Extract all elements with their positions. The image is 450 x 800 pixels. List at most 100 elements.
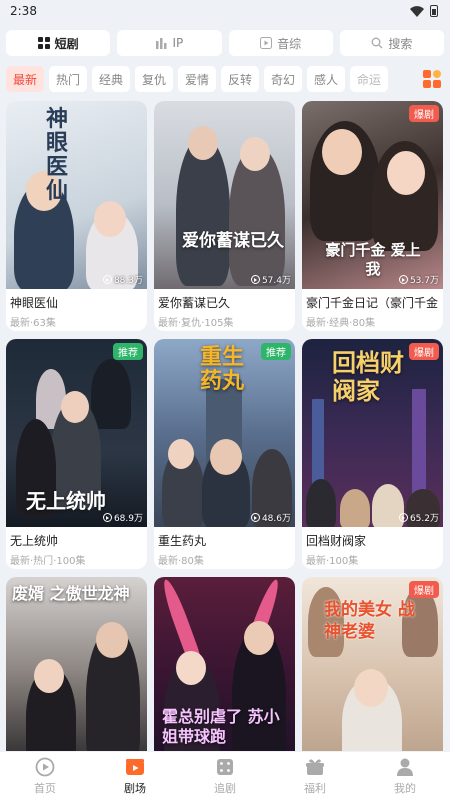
grid-icon: [37, 37, 50, 49]
view-count: 57.4万: [250, 273, 291, 286]
badge-recommend: 推荐: [113, 343, 143, 360]
category-chip-romance[interactable]: 爱情: [178, 66, 216, 92]
drama-title: 回档财阀家: [306, 534, 367, 548]
poster-title: 重生药丸: [200, 344, 245, 394]
nav-home[interactable]: 首页: [0, 752, 90, 800]
drama-meta: 最新·63集: [10, 318, 56, 329]
nav-follow[interactable]: 追剧: [180, 752, 270, 800]
status-time: 2:38: [10, 4, 37, 18]
status-icons: [410, 5, 438, 17]
bottom-nav: 首页 剧场 追剧 福利 我的: [0, 752, 450, 800]
drama-poster: 神眼医仙 88.3万: [6, 101, 147, 289]
drama-title: 神眼医仙: [10, 296, 59, 310]
category-chip-revenge[interactable]: 复仇: [135, 66, 173, 92]
category-chip-classic[interactable]: 经典: [92, 66, 130, 92]
drama-poster: 废婿 之傲世龙神: [6, 577, 147, 751]
view-count: 48.6万: [250, 511, 291, 524]
poster-title: 废婿 之傲世龙神: [12, 584, 130, 603]
drama-title: 豪门千金日记（豪门千金: [306, 296, 439, 310]
nav-theater[interactable]: 剧场: [90, 752, 180, 800]
drama-card[interactable]: 霍总别虐了 苏小姐带球跑: [154, 577, 295, 751]
nav-welfare[interactable]: 福利: [270, 752, 360, 800]
drama-poster: 霍总别虐了 苏小姐带球跑: [154, 577, 295, 751]
badge-hot: 爆剧: [409, 105, 439, 122]
category-chip-hot[interactable]: 热门: [49, 66, 87, 92]
play-icon: [398, 275, 408, 284]
nav-label: 福利: [304, 781, 326, 795]
poster-title: 霍总别虐了 苏小姐带球跑: [162, 707, 280, 746]
play-icon: [250, 275, 260, 284]
nav-label: 剧场: [124, 781, 146, 795]
tab-label: 搜索: [388, 36, 413, 51]
poster-title: 无上统帅: [26, 489, 106, 513]
tab-label: IP: [172, 36, 184, 50]
drama-poster: 爱你蓄谋已久 57.4万: [154, 101, 295, 289]
category-chip-fantasy[interactable]: 奇幻: [264, 66, 302, 92]
top-tab-bar: 短剧 IP 音综 搜索: [6, 30, 444, 56]
poster-title: 神眼医仙: [46, 106, 69, 204]
nav-label: 追剧: [214, 781, 236, 795]
drama-poster: 爆剧 我的美女 战神老婆: [302, 577, 443, 751]
drama-card[interactable]: 爆剧 回档财阀家 65.2万 回档财阀家 最新·100集: [302, 339, 443, 569]
nav-label: 我的: [394, 781, 416, 795]
category-grid-icon[interactable]: [420, 67, 444, 91]
play-icon: [102, 513, 112, 522]
battery-icon: [430, 5, 438, 17]
play-icon: [102, 275, 112, 284]
category-chip-twist[interactable]: 反转: [221, 66, 259, 92]
tab-search[interactable]: 搜索: [339, 30, 444, 56]
drama-poster: 爆剧 回档财阀家 65.2万: [302, 339, 443, 527]
wifi-icon: [410, 5, 424, 17]
user-icon: [397, 758, 413, 776]
drama-title: 无上统帅: [10, 534, 59, 548]
drama-title: 爱你蓄谋已久: [158, 296, 231, 310]
drama-title: 重生药丸: [158, 534, 207, 548]
drama-card[interactable]: 推荐 无上统帅 68.9万 无上统帅 最新·热门·100集: [6, 339, 147, 569]
tab-label: 音综: [277, 36, 302, 51]
view-count: 88.3万: [102, 273, 143, 286]
tab-ip[interactable]: IP: [117, 30, 222, 56]
poster-title: 爱你蓄谋已久: [182, 231, 284, 251]
drama-meta: 最新·80集: [158, 556, 204, 567]
play-icon: [250, 513, 260, 522]
tab-label: 短剧: [54, 36, 79, 51]
tab-music-variety[interactable]: 音综: [228, 30, 333, 56]
drama-poster: 推荐 无上统帅 68.9万: [6, 339, 147, 527]
status-bar: 2:38: [0, 0, 450, 22]
drama-grid: 神眼医仙 88.3万 神眼医仙 最新·63集 爱你蓄谋已久 57.4万 爱你蓄谋…: [6, 101, 444, 751]
poster-title: 回档财阀家: [332, 348, 404, 405]
category-chip-touching[interactable]: 感人: [307, 66, 345, 92]
drama-meta: 最新·经典·80集: [306, 318, 376, 329]
category-chip-fate[interactable]: 命运: [350, 66, 388, 92]
badge-hot: 爆剧: [409, 343, 439, 360]
drama-card[interactable]: 爆剧 豪门千金 爱上我 53.7万 豪门千金日记（豪门千金 最新·经典·80集: [302, 101, 443, 331]
drama-card[interactable]: 爱你蓄谋已久 57.4万 爱你蓄谋已久 最新·复仇·105集: [154, 101, 295, 331]
drama-meta: 最新·复仇·105集: [158, 318, 234, 329]
tab-short-drama[interactable]: 短剧: [6, 30, 111, 56]
category-chip-latest[interactable]: 最新: [6, 66, 44, 92]
drama-card[interactable]: 神眼医仙 88.3万 神眼医仙 最新·63集: [6, 101, 147, 331]
drama-poster: 推荐 重生药丸 48.6万: [154, 339, 295, 527]
view-count: 68.9万: [102, 511, 143, 524]
drama-meta: 最新·热门·100集: [10, 556, 86, 567]
badge-recommend: 推荐: [261, 343, 291, 360]
theater-icon: [126, 758, 144, 775]
play-icon: [398, 513, 408, 522]
drama-card[interactable]: 推荐 重生药丸 48.6万 重生药丸 最新·80集: [154, 339, 295, 569]
dice-icon: [217, 758, 233, 775]
view-count: 65.2万: [398, 511, 439, 524]
nav-profile[interactable]: 我的: [360, 752, 450, 800]
category-row: 最新 热门 经典 复仇 爱情 反转 奇幻 感人 命运: [6, 65, 444, 93]
drama-poster: 爆剧 豪门千金 爱上我 53.7万: [302, 101, 443, 289]
nav-label: 首页: [34, 781, 56, 795]
badge-hot: 爆剧: [409, 581, 439, 598]
search-icon: [371, 37, 383, 49]
view-count: 53.7万: [398, 273, 439, 286]
category-list: 最新 热门 经典 复仇 爱情 反转 奇幻 感人 命运: [6, 66, 418, 92]
bar-chart-icon: [156, 38, 167, 49]
play-square-icon: [260, 37, 273, 49]
drama-card[interactable]: 爆剧 我的美女 战神老婆: [302, 577, 443, 751]
gift-icon: [306, 758, 324, 775]
poster-title: 我的美女 战神老婆: [324, 600, 415, 642]
drama-card[interactable]: 废婿 之傲世龙神: [6, 577, 147, 751]
